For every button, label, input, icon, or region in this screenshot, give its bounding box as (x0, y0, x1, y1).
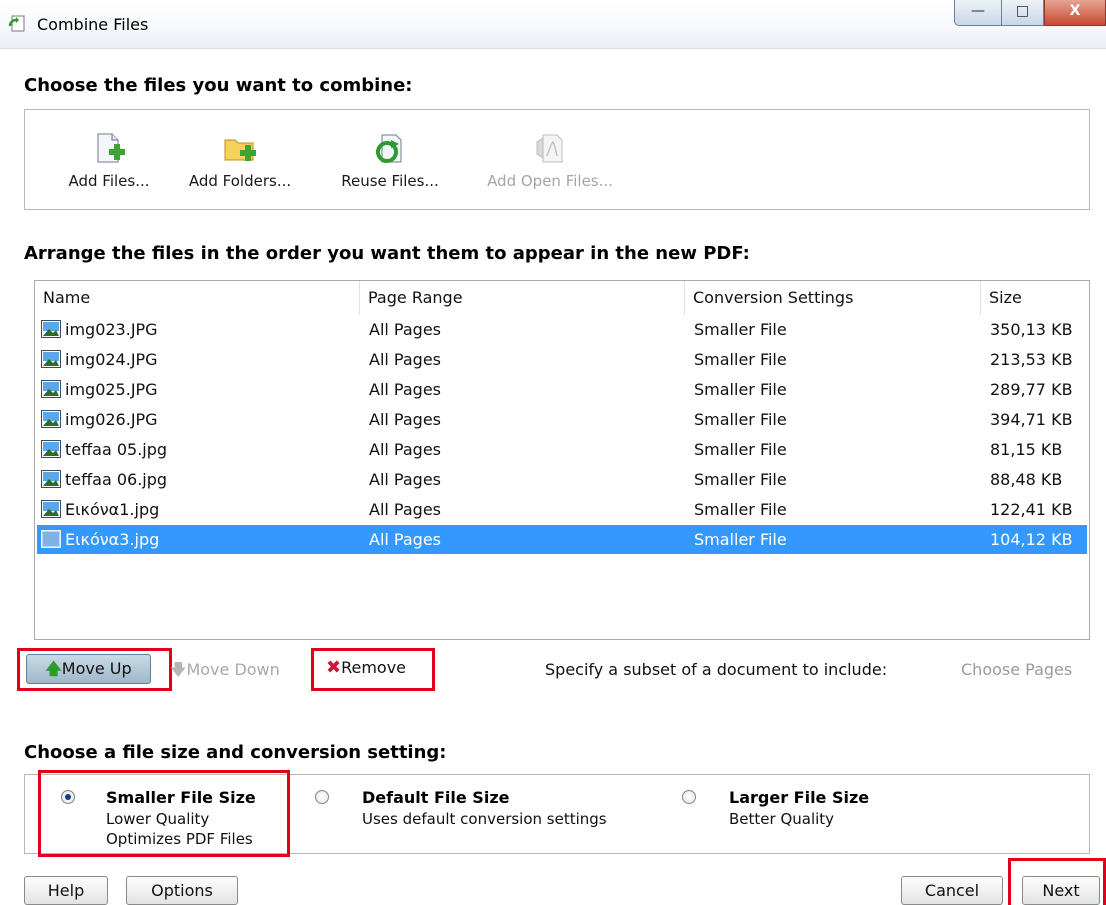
file-name-cell: teffaa 05.jpg (65, 440, 168, 459)
larger-file-size-option[interactable]: Larger File Size Better Quality (682, 788, 922, 828)
file-name-cell: img026.JPG (65, 410, 158, 429)
default-file-size-line-1: Uses default conversion settings (362, 810, 607, 828)
image-file-icon (41, 380, 61, 398)
maximize-icon: □ (1015, 3, 1030, 19)
conversion-setting-cell: Smaller File (694, 410, 787, 429)
image-file-icon (41, 500, 61, 518)
choose-pages-button[interactable]: Choose Pages (961, 660, 1072, 679)
page-range-cell: All Pages (369, 380, 441, 399)
file-name-cell: teffaa 06.jpg (65, 470, 168, 489)
down-arrow-icon: 🡇 (170, 660, 187, 679)
page-range-cell: All Pages (369, 440, 441, 459)
file-size-cell: 81,15 KB (990, 440, 1063, 459)
file-size-cell: 394,71 KB (990, 410, 1073, 429)
column-header-page-range[interactable]: Page Range (360, 281, 685, 315)
move-down-button[interactable]: 🡇Move Down (170, 659, 280, 686)
file-size-cell: 104,12 KB (990, 530, 1073, 549)
subset-instruction-text: Specify a subset of a document to includ… (545, 660, 888, 679)
conversion-setting-cell: Smaller File (694, 350, 787, 369)
conversion-setting-cell: Smaller File (694, 470, 787, 489)
image-file-icon (41, 350, 61, 368)
add-files-button[interactable]: Add Files... (59, 132, 159, 190)
column-header-name[interactable]: Name (35, 281, 360, 315)
file-row[interactable]: img023.JPG All Pages Smaller File 350,13 KB (37, 315, 1087, 344)
page-range-cell: All Pages (369, 350, 441, 369)
minimize-button[interactable]: — (954, 0, 1002, 26)
conversion-setting-cell: Smaller File (694, 530, 787, 549)
file-row[interactable]: img025.JPG All Pages Smaller File 289,77 KB (37, 375, 1087, 404)
add-open-files-label: Add Open Files... (487, 172, 613, 190)
conversion-setting-cell: Smaller File (694, 320, 787, 339)
cancel-button[interactable]: Cancel (901, 876, 1003, 905)
file-row[interactable]: Εικόνα3.jpg All Pages Smaller File 104,12 K… (37, 525, 1087, 554)
file-size-cell: 122,41 KB (990, 500, 1073, 519)
combine-files-app-icon (8, 15, 25, 32)
file-name-cell: img024.JPG (65, 350, 158, 369)
conversion-setting-cell: Smaller File (694, 380, 787, 399)
add-folders-label: Add Folders... (188, 172, 292, 190)
page-range-cell: All Pages (369, 530, 441, 549)
image-file-icon (41, 440, 61, 458)
page-range-cell: All Pages (369, 500, 441, 519)
conversion-setting-cell: Smaller File (694, 500, 787, 519)
title-bar[interactable]: Combine Files — □ X (0, 0, 1106, 49)
larger-file-size-line-1: Better Quality (729, 810, 835, 828)
column-header-size[interactable]: Size (981, 281, 1089, 315)
maximize-button[interactable]: □ (1002, 0, 1044, 26)
file-name-cell: img023.JPG (65, 320, 158, 339)
move-up-highlight (17, 648, 172, 691)
arrange-files-heading: Arrange the files in the order you want … (24, 243, 750, 264)
add-files-label: Add Files... (68, 172, 150, 190)
default-file-size-option[interactable]: Default File Size Uses default conversio… (315, 788, 635, 828)
page-range-cell: All Pages (369, 470, 441, 489)
reuse-files-label: Reuse Files... (341, 172, 439, 190)
larger-file-size-radio[interactable] (682, 790, 696, 804)
add-open-files-button[interactable]: Add Open Files... (475, 132, 625, 190)
minimize-icon: — (971, 3, 985, 19)
page-range-cell: All Pages (369, 410, 441, 429)
window-title: Combine Files (37, 15, 149, 34)
file-name-cell: Εικόνα1.jpg (65, 500, 160, 519)
column-header-conversion-settings[interactable]: Conversion Settings (685, 281, 981, 315)
next-highlight (1008, 858, 1106, 905)
options-button[interactable]: Options (126, 876, 238, 905)
conversion-setting-cell: Smaller File (694, 440, 787, 459)
choose-files-heading: Choose the files you want to combine: (24, 75, 413, 96)
help-button[interactable]: Help (24, 876, 108, 905)
add-open-files-icon (536, 134, 563, 163)
move-down-label: Move Down (186, 660, 280, 679)
smaller-file-size-highlight (38, 770, 290, 857)
file-row[interactable]: img024.JPG All Pages Smaller File 213,53 KB (37, 345, 1087, 374)
add-folders-button[interactable]: Add Folders... (177, 132, 303, 190)
add-folder-icon (224, 139, 256, 161)
file-size-heading: Choose a file size and conversion settin… (24, 742, 447, 763)
file-size-cell: 88,48 KB (990, 470, 1063, 489)
image-file-icon (41, 470, 61, 488)
file-row[interactable]: teffaa 05.jpg All Pages Smaller File 81,15 … (37, 435, 1087, 464)
reuse-files-button[interactable]: Reuse Files... (331, 132, 449, 190)
remove-highlight (311, 648, 435, 691)
file-name-cell: Εικόνα3.jpg (65, 530, 160, 549)
add-files-toolbar: Add Files... Add Folders... Reuse Files.… (24, 109, 1090, 210)
file-row[interactable]: Εικόνα1.jpg All Pages Smaller File 122,41 K… (37, 495, 1087, 524)
add-file-icon (97, 133, 125, 163)
close-icon: X (1069, 3, 1081, 19)
default-file-size-radio[interactable] (315, 790, 329, 804)
larger-file-size-title: Larger File Size (729, 788, 870, 807)
file-row[interactable]: teffaa 06.jpg All Pages Smaller File 88,48 … (37, 465, 1087, 494)
file-size-cell: 350,13 KB (990, 320, 1073, 339)
page-range-cell: All Pages (369, 320, 441, 339)
image-file-icon (41, 530, 61, 548)
image-file-icon (41, 320, 61, 338)
file-size-cell: 289,77 KB (990, 380, 1073, 399)
image-file-icon (41, 410, 61, 428)
close-button[interactable]: X (1044, 0, 1106, 26)
file-size-cell: 213,53 KB (990, 350, 1073, 369)
file-list[interactable]: Name Page Range Conversion Settings Size… (34, 280, 1090, 640)
file-name-cell: img025.JPG (65, 380, 158, 399)
file-row[interactable]: img026.JPG All Pages Smaller File 394,71 KB (37, 405, 1087, 434)
reuse-files-icon (376, 134, 402, 163)
default-file-size-title: Default File Size (362, 788, 510, 807)
